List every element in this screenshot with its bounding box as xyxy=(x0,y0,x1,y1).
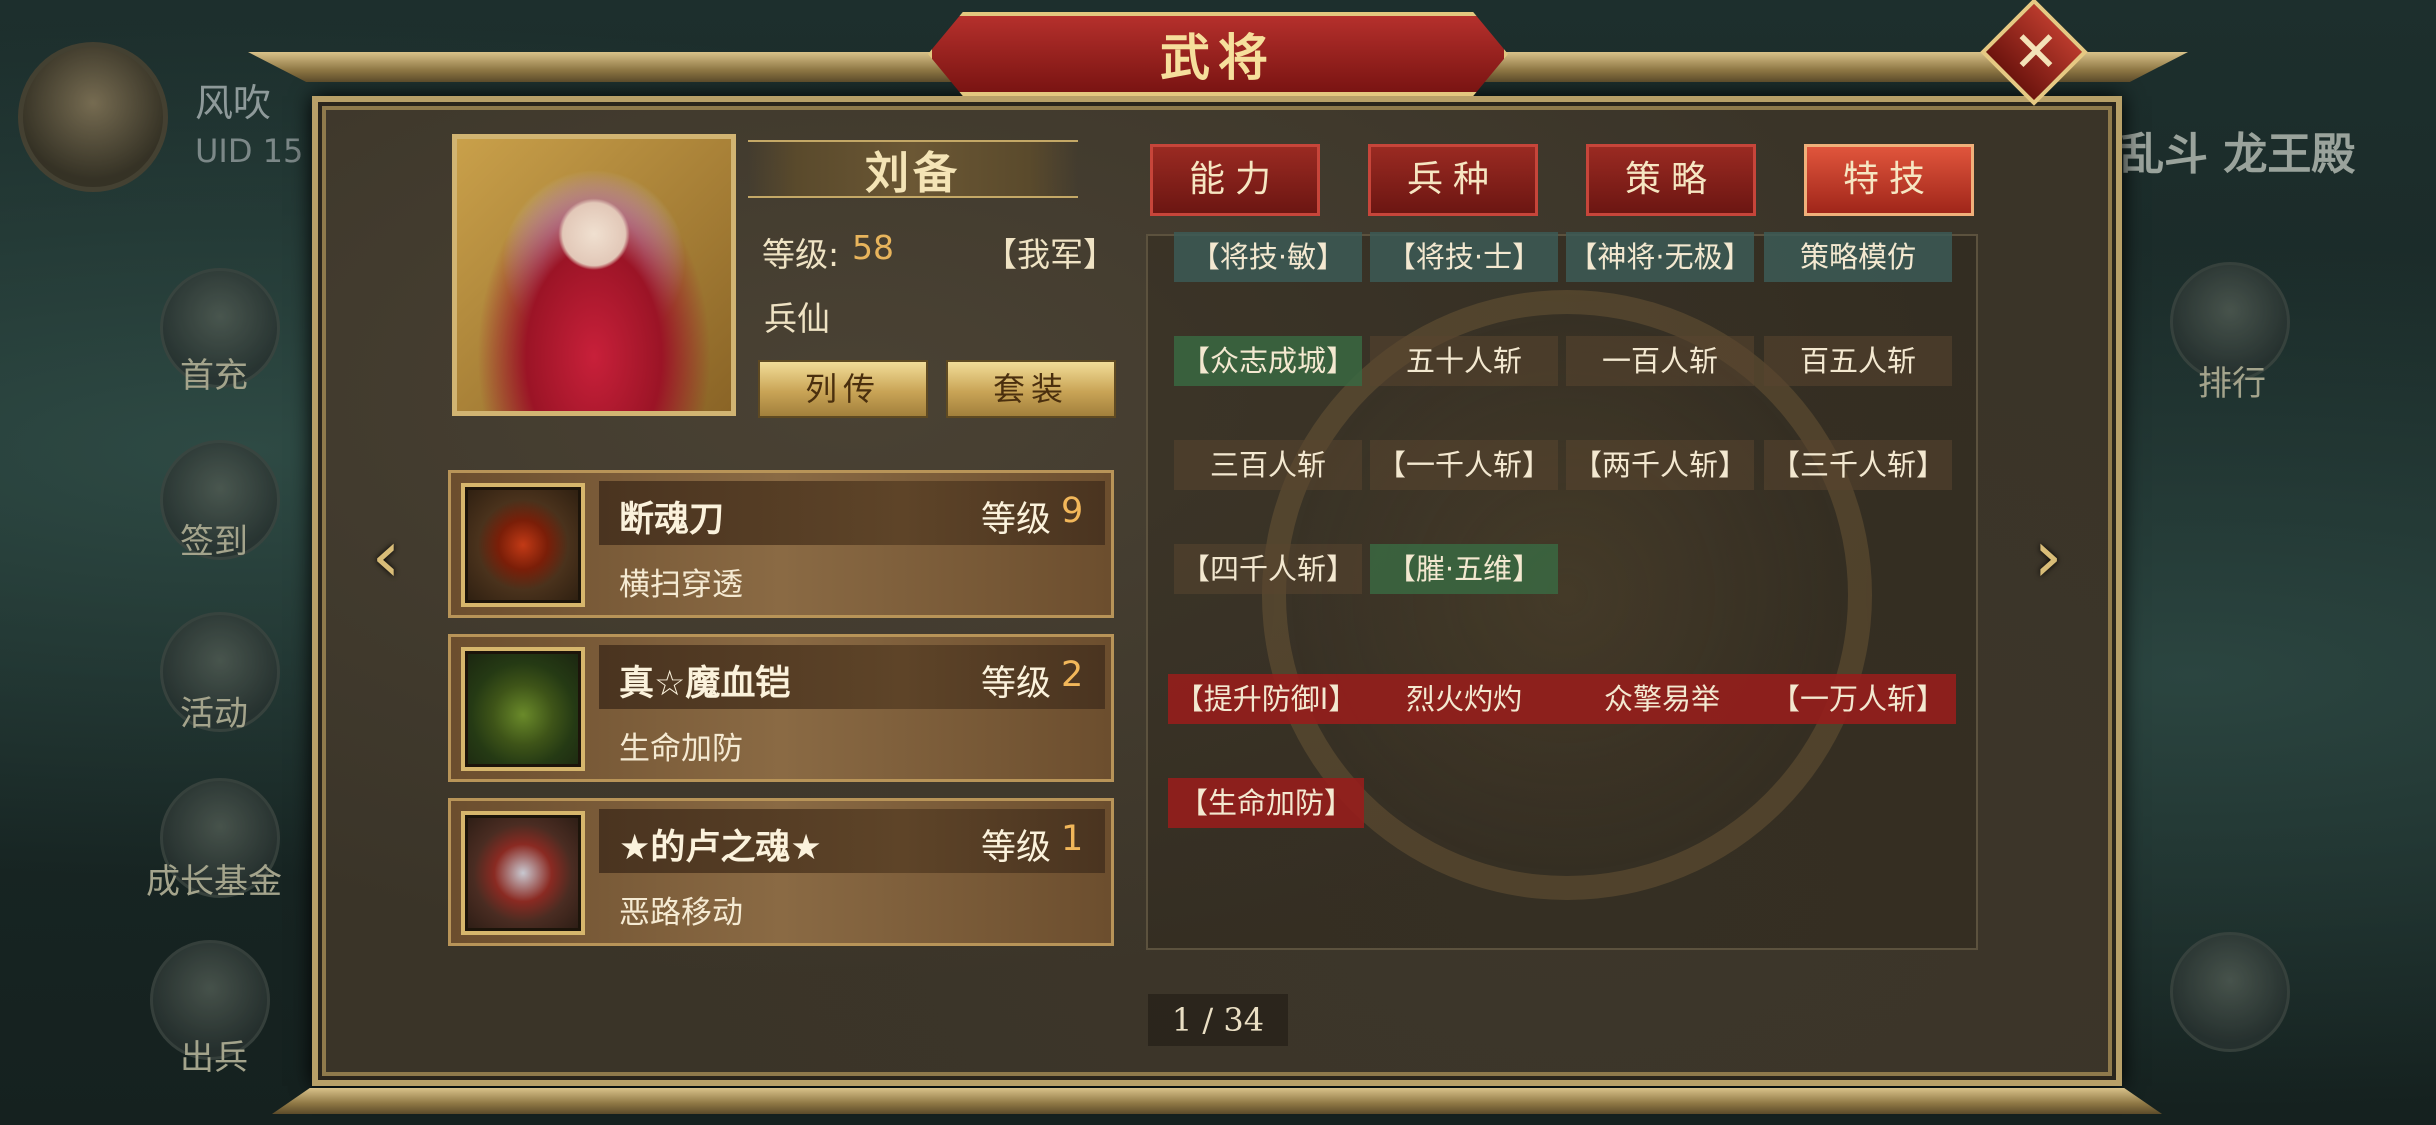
skill-tag[interactable]: 【四千人斩】 xyxy=(1174,544,1362,594)
skill-tag[interactable]: 五十人斩 xyxy=(1370,336,1558,386)
equipment-skill: 恶路移动 xyxy=(619,895,743,931)
prev-hero-arrow-icon[interactable]: ‹ xyxy=(356,518,416,594)
skill-tag[interactable]: 【生命加防】 xyxy=(1168,778,1364,828)
hero-level-value: 58 xyxy=(852,228,894,267)
dialog-bottom-frame xyxy=(272,1088,2162,1114)
next-hero-arrow-icon[interactable]: › xyxy=(2018,518,2078,594)
skill-tag[interactable]: 【两千人斩】 xyxy=(1566,440,1754,490)
tab-troops[interactable]: 兵种 xyxy=(1368,144,1538,216)
close-icon[interactable]: ✕ xyxy=(2006,18,2066,88)
skill-tag[interactable]: 烈火灼灼 xyxy=(1364,674,1564,724)
equipment-slot-armor[interactable]: 真☆魔血铠 等级 2 生命加防 xyxy=(448,634,1114,782)
player-avatar xyxy=(18,42,168,192)
skill-tag[interactable]: 【一万人斩】 xyxy=(1760,674,1956,724)
hero-type: 兵仙 xyxy=(764,299,830,338)
equipment-level-label: 等级 xyxy=(981,828,1052,868)
skill-tag[interactable]: 一百人斩 xyxy=(1566,336,1754,386)
equipment-slot-mount[interactable]: ★的卢之魂★ 等级 1 恶路移动 xyxy=(448,798,1114,946)
side-menu-label: 活动 xyxy=(180,694,248,734)
hero-faction: 【我军】 xyxy=(984,235,1116,274)
event-title: 乱斗 龙王殿 xyxy=(2120,129,2356,180)
skill-tag[interactable]: 百五人斩 xyxy=(1764,336,1952,386)
equipment-set-button[interactable]: 套装 xyxy=(946,360,1116,418)
biography-button[interactable]: 列传 xyxy=(758,360,928,418)
equipment-level-label: 等级 xyxy=(981,500,1052,540)
equipment-name: 真☆魔血铠 xyxy=(619,664,791,704)
equipment-level-value: 2 xyxy=(1061,655,1084,695)
hero-name-plate: 刘备 xyxy=(748,140,1078,199)
skill-tag[interactable]: 【将技·敏】 xyxy=(1174,232,1362,282)
tab-strategy[interactable]: 策略 xyxy=(1586,144,1756,216)
hero-portrait xyxy=(452,134,736,416)
skill-tag[interactable]: 【众志成城】 xyxy=(1174,336,1362,386)
equipment-skill: 横扫穿透 xyxy=(619,567,743,603)
menu-icon xyxy=(2170,932,2290,1052)
sword-icon xyxy=(461,483,585,607)
skill-tag[interactable]: 策略模仿 xyxy=(1764,232,1952,282)
skill-tag[interactable]: 【一千人斩】 xyxy=(1370,440,1558,490)
equipment-level-value: 9 xyxy=(1061,491,1084,531)
equipment-slot-weapon[interactable]: 断魂刀 等级 9 横扫穿透 xyxy=(448,470,1114,618)
hero-name: 刘备 xyxy=(865,148,961,199)
skill-tag[interactable]: 【提升防御Ⅰ】 xyxy=(1168,674,1364,724)
player-uid: UID 15 xyxy=(195,132,304,170)
page-counter: 1 / 34 xyxy=(1148,994,1288,1046)
player-name: 风吹 xyxy=(195,81,272,125)
tab-ability[interactable]: 能力 xyxy=(1150,144,1320,216)
side-menu-label: 签到 xyxy=(180,522,248,562)
tab-special-skills[interactable]: 特技 xyxy=(1804,144,1974,216)
equipment-name: 断魂刀 xyxy=(619,500,725,540)
hero-level-label: 等级: xyxy=(762,235,840,274)
skill-tag[interactable]: 【将技·士】 xyxy=(1370,232,1558,282)
skill-tag[interactable]: 【三千人斩】 xyxy=(1764,440,1952,490)
ranking-label: 排行 xyxy=(2198,364,2266,404)
dialog-title-plate: 武将 xyxy=(928,12,1508,96)
skill-tag[interactable]: 众擎易举 xyxy=(1564,674,1760,724)
equipment-level-value: 1 xyxy=(1061,819,1084,859)
armor-icon xyxy=(461,647,585,771)
equipment-name: ★的卢之魂★ xyxy=(619,828,822,868)
dialog-title: 武将 xyxy=(1160,29,1276,87)
side-menu-label: 成长基金 xyxy=(146,862,282,902)
skill-tag[interactable]: 【神将·无极】 xyxy=(1566,232,1754,282)
skill-tag[interactable]: 【膗·五维】 xyxy=(1370,544,1558,594)
equipment-skill: 生命加防 xyxy=(619,731,743,767)
side-menu-label: 首充 xyxy=(180,356,248,396)
horse-icon xyxy=(461,811,585,935)
skill-tag[interactable]: 三百人斩 xyxy=(1174,440,1362,490)
equipment-level-label: 等级 xyxy=(981,664,1052,704)
side-menu-label: 出兵 xyxy=(180,1038,248,1078)
